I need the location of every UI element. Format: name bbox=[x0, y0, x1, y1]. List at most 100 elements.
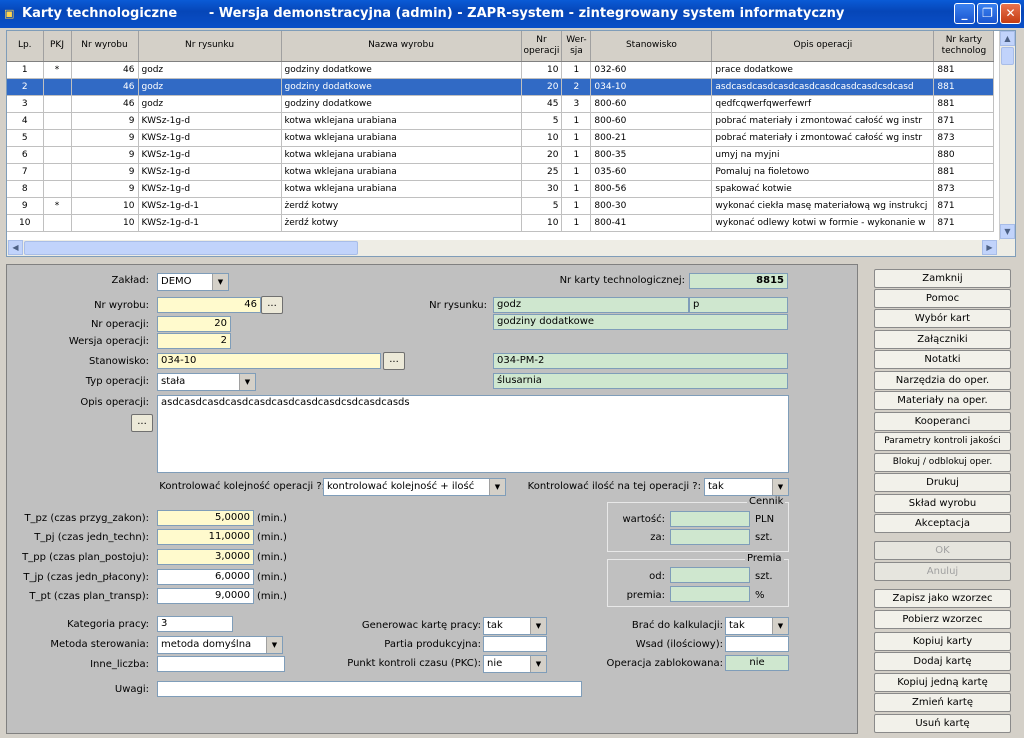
horizontal-scroll-thumb[interactable] bbox=[24, 241, 358, 255]
table-cell: 873 bbox=[933, 129, 995, 147]
table-cell: 1 bbox=[561, 197, 592, 215]
pkc-select[interactable]: nie ▼ bbox=[483, 655, 547, 673]
table-row[interactable]: 2 46 godz godziny dodatkowe 20 2 034-10 asdcasd… bbox=[7, 78, 995, 96]
usun-karte-button[interactable]: Usuń kartę bbox=[874, 714, 1011, 733]
opis-browse-button[interactable]: ... bbox=[131, 414, 153, 432]
stanowisko-browse-button[interactable]: ... bbox=[383, 352, 405, 370]
column-header[interactable]: Stanowisko bbox=[590, 31, 713, 62]
grid-vertical-scrollbar[interactable]: ▲ ▼ bbox=[999, 31, 1015, 240]
kooperanci-button[interactable]: Kooperanci bbox=[874, 412, 1011, 431]
tjp-field[interactable]: 6,0000 bbox=[157, 569, 254, 585]
nr-operacji-field[interactable]: 20 bbox=[157, 316, 231, 332]
kopiuj-karty-button[interactable]: Kopiuj karty bbox=[874, 632, 1011, 651]
uwagi-field[interactable] bbox=[157, 681, 582, 697]
column-header[interactable]: PKJ bbox=[43, 31, 72, 62]
od-label: od: bbox=[649, 571, 665, 582]
table-cell: * bbox=[43, 197, 72, 215]
nr-rysunku-suffix-field: p bbox=[689, 297, 788, 313]
dodaj-karte-button[interactable]: Dodaj kartę bbox=[874, 652, 1011, 671]
scroll-up-icon[interactable]: ▲ bbox=[1000, 31, 1015, 46]
tpp-field[interactable]: 3,0000 bbox=[157, 549, 254, 565]
typ-operacji-select[interactable]: stała ▼ bbox=[157, 373, 256, 391]
table-row[interactable]: 7 9 KWSz-1g-d kotwa wklejana urabiana 25 1 035… bbox=[7, 163, 995, 181]
wersja-field[interactable]: 2 bbox=[157, 333, 231, 349]
table-row[interactable]: 1 * 46 godz godziny dodatkowe 10 1 032-60 prace … bbox=[7, 61, 995, 79]
zamknij-button[interactable]: Zamknij bbox=[874, 269, 1011, 288]
chevron-down-icon: ▼ bbox=[772, 618, 788, 634]
tpz-unit: (min.) bbox=[257, 513, 287, 524]
table-row[interactable]: 5 9 KWSz-1g-d kotwa wklejana urabiana 10 1 800… bbox=[7, 129, 995, 147]
anuluj-button[interactable]: Anuluj bbox=[874, 562, 1011, 581]
generowac-select[interactable]: tak ▼ bbox=[483, 617, 547, 635]
table-row[interactable]: 6 9 KWSz-1g-d kotwa wklejana urabiana 20 1 800… bbox=[7, 146, 995, 164]
zaklad-select[interactable]: DEMO ▼ bbox=[157, 273, 229, 291]
tpj-label: T_pj (czas jedn_techn): bbox=[34, 532, 149, 543]
notatki-button[interactable]: Notatki bbox=[874, 350, 1011, 369]
tpz-field[interactable]: 5,0000 bbox=[157, 510, 254, 526]
table-row[interactable]: 10 10 KWSz-1g-d-1 żerdź kotwy 10 1 800-41 wykon… bbox=[7, 214, 995, 232]
metoda-select[interactable]: metoda domyślna ▼ bbox=[157, 636, 283, 654]
pobierz-wzorzec-button[interactable]: Pobierz wzorzec bbox=[874, 610, 1011, 629]
nr-wyrobu-field[interactable]: 46 bbox=[157, 297, 261, 313]
tpj-field[interactable]: 11,0000 bbox=[157, 529, 254, 545]
kontrol-kol-label: Kontrolować kolejność operacji ?: bbox=[159, 481, 325, 492]
blokuj-button[interactable]: Blokuj / odblokuj oper. bbox=[874, 453, 1011, 472]
materialy-button[interactable]: Materiały na oper. bbox=[874, 391, 1011, 410]
nr-wyrobu-browse-button[interactable]: ... bbox=[261, 296, 283, 314]
wsad-field[interactable] bbox=[725, 636, 789, 652]
scroll-left-icon[interactable]: ◀ bbox=[8, 240, 23, 255]
stanowisko-field[interactable]: 034-10 bbox=[157, 353, 381, 369]
column-header[interactable]: Nazwa wyrobu bbox=[281, 31, 522, 62]
brac-label: Brać do kalkulacji: bbox=[631, 620, 723, 631]
tpt-field[interactable]: 9,0000 bbox=[157, 588, 254, 604]
grid-horizontal-scrollbar[interactable]: ◀ ▶ bbox=[7, 240, 1015, 256]
chevron-down-icon: ▼ bbox=[530, 656, 546, 672]
table-cell bbox=[43, 163, 72, 181]
restore-button[interactable]: ❐ bbox=[977, 3, 998, 24]
wybor-kart-button[interactable]: Wybór kart bbox=[874, 309, 1011, 328]
zmien-karte-button[interactable]: Zmień kartę bbox=[874, 693, 1011, 712]
brac-select[interactable]: tak ▼ bbox=[725, 617, 789, 635]
minimize-button[interactable]: _ bbox=[954, 3, 975, 24]
pomoc-button[interactable]: Pomoc bbox=[874, 289, 1011, 308]
column-header[interactable]: Opis operacji bbox=[711, 31, 935, 62]
wartosc-field bbox=[670, 511, 750, 527]
inne-field[interactable] bbox=[157, 656, 285, 672]
ok-button[interactable]: OK bbox=[874, 541, 1011, 560]
akceptacja-button[interactable]: Akceptacja bbox=[874, 514, 1011, 533]
opis-operacji-textarea[interactable]: asdcasdcasdcasdcasdcasdcasdcasdcsdcasdca… bbox=[157, 395, 789, 473]
scroll-right-icon[interactable]: ▶ bbox=[982, 240, 997, 255]
tpz-label: T_pz (czas przyg_zakon): bbox=[24, 513, 149, 524]
column-header[interactable]: Wer-sja bbox=[561, 31, 592, 62]
table-cell: asdcasdcasdcasdcasdcasdcasdcasdcsdcasd bbox=[711, 78, 935, 96]
tjp-unit: (min.) bbox=[257, 572, 287, 583]
kontrol-kol-select[interactable]: kontrolować kolejność + ilość ▼ bbox=[323, 478, 506, 496]
table-cell: 1 bbox=[561, 61, 592, 79]
close-button[interactable]: ✕ bbox=[1000, 3, 1021, 24]
table-row[interactable]: 8 9 KWSz-1g-d kotwa wklejana urabiana 30 1 800… bbox=[7, 180, 995, 198]
premia-title: Premia bbox=[745, 553, 784, 564]
scroll-down-icon[interactable]: ▼ bbox=[1000, 224, 1015, 239]
zalaczniki-button[interactable]: Załączniki bbox=[874, 330, 1011, 349]
column-header[interactable]: Nr operacji bbox=[521, 31, 563, 62]
vertical-scroll-thumb[interactable] bbox=[1001, 47, 1014, 65]
drukuj-button[interactable]: Drukuj bbox=[874, 473, 1011, 492]
kategoria-field[interactable]: 3 bbox=[157, 616, 233, 632]
parametry-jakosci-button[interactable]: Parametry kontroli jakości bbox=[874, 432, 1011, 451]
table-row[interactable]: 4 9 KWSz-1g-d kotwa wklejana urabiana 5 1 800-… bbox=[7, 112, 995, 130]
kopiuj-jedna-karte-button[interactable]: Kopiuj jedną kartę bbox=[874, 673, 1011, 692]
zapisz-wzorzec-button[interactable]: Zapisz jako wzorzec bbox=[874, 589, 1011, 608]
column-header[interactable]: Nr wyrobu bbox=[71, 31, 139, 62]
column-header[interactable]: Lp. bbox=[7, 31, 44, 62]
column-header[interactable]: Nr karty technolog bbox=[933, 31, 995, 62]
table-cell bbox=[43, 112, 72, 130]
partia-field[interactable] bbox=[483, 636, 547, 652]
column-header[interactable]: Nr rysunku bbox=[138, 31, 282, 62]
sklad-wyrobu-button[interactable]: Skład wyrobu bbox=[874, 494, 1011, 513]
table-row[interactable]: 3 46 godz godziny dodatkowe 45 3 800-60 qedfcqw… bbox=[7, 95, 995, 113]
table-cell: wykonać odlewy kotwi w formie - wykonani… bbox=[711, 214, 935, 232]
narzedzia-button[interactable]: Narzędzia do oper. bbox=[874, 371, 1011, 390]
kontrol-il-select[interactable]: tak ▼ bbox=[704, 478, 789, 496]
table-row[interactable]: 9 * 10 KWSz-1g-d-1 żerdź kotwy 5 1 800-30 wykona… bbox=[7, 197, 995, 215]
table-cell: 800-35 bbox=[590, 146, 713, 164]
